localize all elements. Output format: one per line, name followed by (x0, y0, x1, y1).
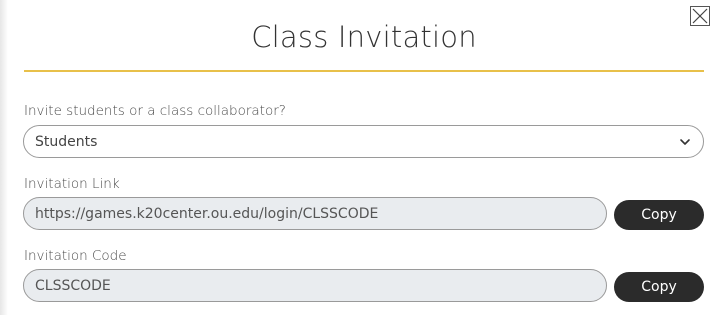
chevron-down-icon (680, 139, 690, 145)
invitation-code-field[interactable]: CLSSCODE (23, 269, 607, 302)
dialog-title: Class Invitation (251, 20, 477, 54)
invite-type-value: Students (35, 133, 98, 150)
invitation-link-field[interactable]: https://games.k20center.ou.edu/login/CLS… (23, 197, 607, 230)
invitation-code-label: Invitation Code (24, 248, 127, 264)
invite-type-label: Invite students or a class collaborator? (24, 103, 286, 119)
class-invitation-dialog: Class Invitation Invite students or a cl… (0, 0, 720, 315)
copy-code-button[interactable]: Copy (614, 272, 704, 302)
invite-type-select[interactable]: Students (23, 125, 704, 158)
copy-link-button[interactable]: Copy (614, 200, 704, 230)
invitation-link-label: Invitation Link (24, 176, 120, 192)
title-divider (24, 70, 704, 72)
